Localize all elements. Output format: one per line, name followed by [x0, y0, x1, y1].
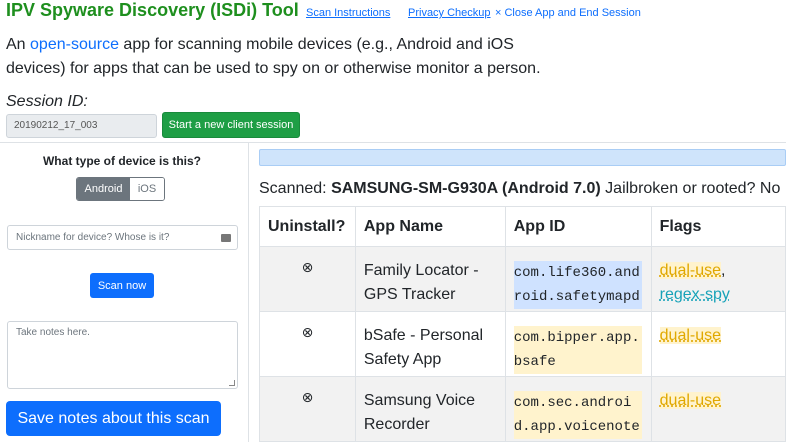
session-id-label: Session ID: — [6, 93, 88, 110]
nickname-input[interactable]: Nickname for device? Whose is it? — [7, 225, 238, 250]
jailbreak-status: Jailbroken or rooted? No — [600, 180, 781, 197]
android-option[interactable]: Android — [77, 178, 130, 200]
uninstall-icon[interactable]: ⊗ — [302, 259, 314, 276]
scan-sidebar: What type of device is this? Android iOS… — [0, 143, 248, 442]
column-header: App ID — [504, 206, 652, 247]
close-app-link[interactable]: × Close App and End Session — [495, 7, 641, 19]
ios-option[interactable]: iOS — [130, 178, 164, 200]
session-id-field: 20190212_17_003 — [6, 114, 157, 138]
app-id: com.bipper.app.bsafe — [513, 326, 642, 374]
column-header: Flags — [650, 206, 786, 247]
scan-results: Scanned: SAMSUNG-SM-G930A (Android 7.0) … — [249, 143, 786, 442]
column-header: Uninstall? — [259, 206, 356, 247]
flag-dual-use[interactable]: dual-use — [659, 392, 722, 409]
app-id: com.sec.android.app.voicenote — [513, 391, 642, 439]
scanned-device-info: Scanned: SAMSUNG-SM-G930A (Android 7.0) … — [259, 180, 781, 197]
table-row: ⊗ Family Locator - GPS Tracker com.life3… — [259, 246, 786, 312]
open-source-link[interactable]: open-source — [30, 36, 119, 53]
table-header-row: Uninstall? App Name App ID Flags — [259, 206, 786, 247]
privacy-checkup-link[interactable]: Privacy Checkup — [408, 7, 491, 19]
apps-table: Uninstall? App Name App ID Flags ⊗ Famil… — [259, 206, 786, 442]
new-session-button[interactable]: Start a new client session — [162, 112, 300, 138]
app-name: Samsung Voice Recorder — [354, 376, 506, 442]
save-notes-button[interactable]: Save notes about this scan — [6, 401, 221, 436]
flag-dual-use[interactable]: dual-use — [659, 327, 722, 344]
nickname-placeholder: Nickname for device? Whose is it? — [16, 232, 170, 243]
resize-handle-icon[interactable] — [229, 380, 235, 386]
notes-placeholder: Take notes here. — [16, 327, 90, 338]
table-row: ⊗ bSafe - Personal Safety App com.bipper… — [259, 311, 786, 377]
flag-dual-use[interactable]: dual-use — [659, 262, 722, 279]
scan-now-button[interactable]: Scan now — [90, 273, 154, 298]
uninstall-icon[interactable]: ⊗ — [302, 389, 314, 406]
app-name: Family Locator - GPS Tracker — [354, 246, 506, 312]
uninstall-icon[interactable]: ⊗ — [302, 324, 314, 341]
page-title: IPV Spyware Discovery (ISDi) Tool — [6, 0, 299, 20]
device-type-question: What type of device is this? — [42, 154, 202, 168]
device-model: SAMSUNG-SM-G930A (Android 7.0) — [331, 180, 601, 197]
contact-card-icon — [221, 234, 231, 242]
scan-instructions-link[interactable]: Scan Instructions — [306, 7, 390, 19]
scan-progress-bar — [259, 149, 786, 166]
notes-textarea[interactable]: Take notes here. — [7, 321, 238, 389]
intro-text: An open-source app for scanning mobile d… — [6, 36, 541, 77]
app-id: com.life360.android.safetymapd — [513, 261, 642, 309]
app-header: IPV Spyware Discovery (ISDi) Tool Scan I… — [6, 0, 786, 26]
device-type-toggle: Android iOS — [76, 177, 165, 201]
flag-regex-spy[interactable]: regex-spy — [660, 286, 730, 303]
table-row: ⊗ Samsung Voice Recorder com.sec.android… — [259, 376, 786, 442]
column-header: App Name — [354, 206, 506, 247]
app-name: bSafe - Personal Safety App — [354, 311, 506, 377]
